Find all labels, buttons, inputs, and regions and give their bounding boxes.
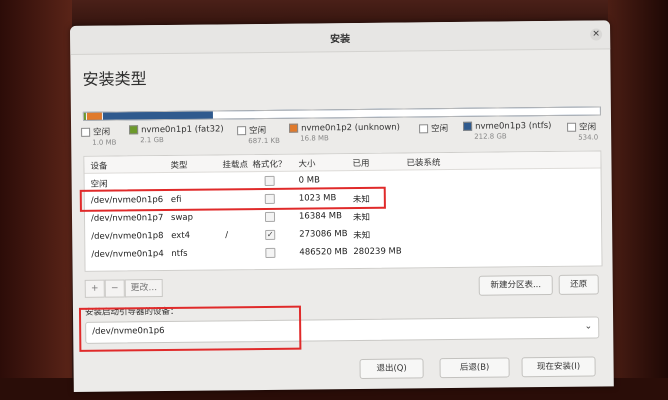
disk-bar-segment	[102, 111, 213, 120]
cell-device: /dev/nvme0n1p8	[91, 231, 164, 242]
legend-swatch	[419, 124, 429, 134]
disk-bar-segment	[86, 112, 102, 120]
legend-size: 212.8 GB	[474, 132, 507, 141]
add-partition-button[interactable]: +	[84, 279, 105, 298]
window-title: 安装	[330, 34, 351, 46]
highlight-box	[78, 305, 302, 352]
legend-label: nvme0n1p2 (unknown)	[301, 122, 401, 134]
legend-size: 16.8 MB	[300, 134, 329, 143]
format-checkbox[interactable]	[264, 175, 275, 186]
legend-label: nvme0n1p3 (ntfs)	[475, 120, 552, 132]
cell-type: ntfs	[171, 248, 188, 259]
legend-item: 空闲 1.0 MB	[81, 126, 116, 147]
legend-label: 空闲	[93, 127, 111, 138]
partition-table: 设备 类型 挂载点 格式化？ 大小 已用 已装系统 空闲 0 MB /dev/n…	[83, 150, 603, 272]
legend-swatch	[289, 123, 299, 133]
desktop-background-right	[608, 0, 668, 400]
desktop-background-left	[0, 0, 72, 400]
cell-size: 486520 MB	[299, 247, 348, 258]
cell-mount: /	[225, 230, 229, 241]
installer-window: 安装 ✕ 安装类型 空闲 1.0 MB nvme0n1p1 (fat32) 2.…	[70, 20, 614, 392]
cell-used: 未知	[352, 212, 371, 224]
legend-size: 534.0	[578, 133, 599, 142]
cell-used: 未知	[353, 230, 371, 242]
legend-swatch	[463, 121, 473, 131]
install-now-button[interactable]: 现在安装(I)	[521, 356, 596, 378]
new-partition-table-button[interactable]: 新建分区表...	[478, 274, 553, 296]
column-device[interactable]: 设备	[90, 160, 107, 172]
disk-legend: 空闲 1.0 MB nvme0n1p1 (fat32) 2.1 GB 空闲 68…	[81, 120, 611, 154]
legend-swatch	[237, 126, 247, 136]
column-type[interactable]: 类型	[170, 159, 187, 171]
revert-button[interactable]: 还原	[558, 274, 599, 295]
legend-item: 空闲 687.1 KB	[237, 124, 280, 145]
close-icon[interactable]: ✕	[590, 28, 603, 41]
cell-type: ext4	[171, 230, 191, 241]
format-checkbox[interactable]	[264, 211, 276, 222]
legend-swatch	[129, 125, 139, 135]
legend-swatch	[81, 127, 91, 137]
legend-size: 687.1 KB	[248, 136, 280, 146]
legend-swatch	[567, 122, 577, 132]
legend-item: 空闲	[419, 122, 448, 135]
chevron-down-icon: ⌄	[584, 321, 593, 332]
legend-size: 2.1 GB	[140, 136, 164, 145]
cell-device: /dev/nvme0n1p7	[90, 213, 164, 224]
page-title: 安装类型	[82, 69, 147, 89]
legend-item: nvme0n1p2 (unknown) 16.8 MB	[289, 123, 400, 143]
legend-label: nvme0n1p1 (fat32)	[141, 124, 224, 136]
legend-item: nvme0n1p3 (ntfs) 212.8 GB	[463, 121, 552, 141]
quit-button[interactable]: 退出(Q)	[359, 358, 424, 379]
legend-label: 空闲	[431, 124, 449, 135]
cell-size: 273086 MB	[299, 229, 348, 240]
legend-label: 空闲	[579, 122, 597, 133]
disk-bar-segment	[212, 107, 600, 119]
column-used[interactable]: 已用	[352, 157, 369, 169]
title-bar: 安装 ✕	[70, 20, 611, 55]
legend-item: 空闲 534.0	[567, 120, 599, 142]
back-button[interactable]: 后退(B)	[439, 357, 510, 379]
format-checkbox[interactable]: ✓	[265, 229, 276, 240]
disk-usage-bar	[82, 106, 601, 121]
remove-partition-button[interactable]: −	[104, 279, 125, 298]
legend-item: nvme0n1p1 (fat32) 2.1 GB	[129, 124, 224, 144]
cell-type: swap	[170, 212, 194, 223]
cell-size: 0 MB	[298, 175, 320, 186]
column-size[interactable]: 大小	[298, 157, 315, 169]
cell-size: 16384 MB	[298, 211, 342, 222]
column-format[interactable]: 格式化？	[252, 158, 286, 170]
format-checkbox[interactable]	[265, 247, 276, 258]
column-mount[interactable]: 挂载点	[222, 158, 248, 170]
change-partition-button[interactable]: 更改...	[124, 279, 163, 298]
cell-used: 280239 MB	[353, 246, 402, 258]
legend-label: 空闲	[249, 125, 267, 137]
highlight-box	[79, 186, 386, 212]
cell-device: /dev/nvme0n1p4	[91, 249, 164, 260]
column-installed[interactable]: 已装系统	[406, 156, 440, 168]
legend-size: 1.0 MB	[92, 138, 117, 147]
cell-device: 空闲	[90, 179, 108, 190]
